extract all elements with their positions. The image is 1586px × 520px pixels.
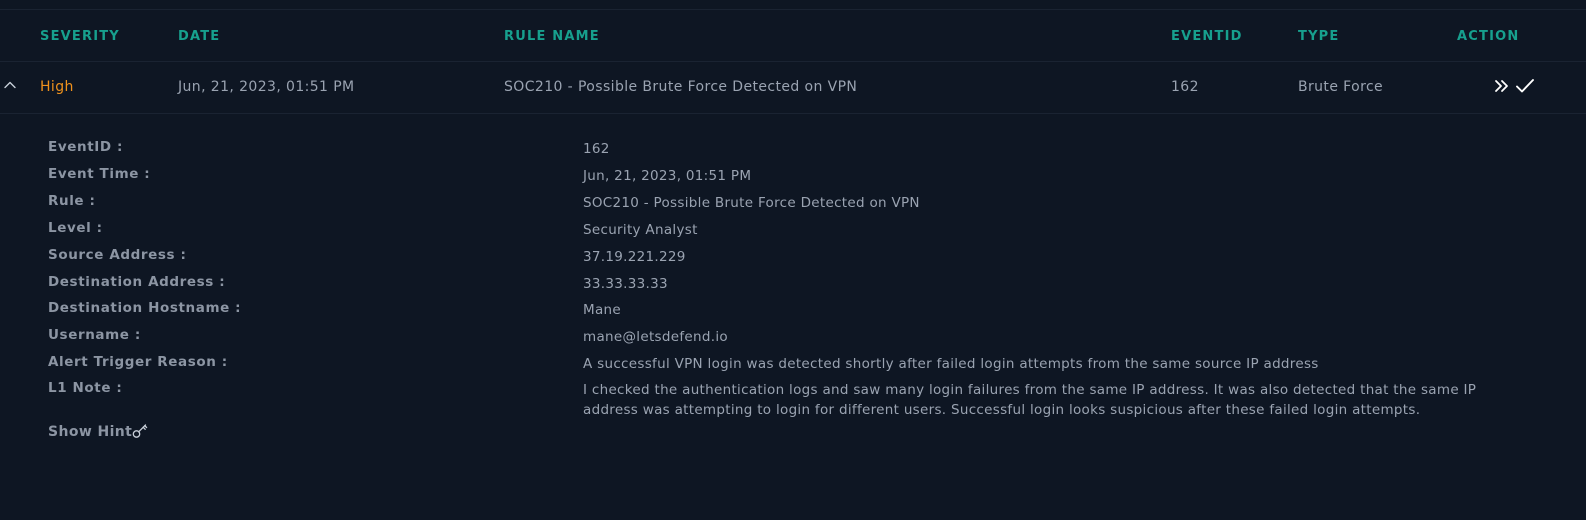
column-header-severity[interactable]: SEVERITY <box>40 29 120 44</box>
detail-value: Jun, 21, 2023, 01:51 PM <box>583 168 752 184</box>
key-icon <box>132 424 148 438</box>
column-header-type[interactable]: TYPE <box>1298 29 1340 44</box>
detail-value: 162 <box>583 141 610 157</box>
detail-label: L1 Note : <box>48 380 123 396</box>
detail-label: Alert Trigger Reason : <box>48 354 228 370</box>
alert-date: Jun, 21, 2023, 01:51 PM <box>178 79 355 95</box>
alert-rule-name: SOC210 - Possible Brute Force Detected o… <box>504 79 858 95</box>
checkmark-icon[interactable] <box>1514 75 1536 97</box>
table-header: SEVERITY DATE RULE NAME EVENTID TYPE ACT… <box>0 10 1586 62</box>
detail-label: Destination Address : <box>48 274 226 290</box>
detail-label: Rule : <box>48 193 96 209</box>
detail-label: Event Time : <box>48 166 151 182</box>
column-header-rule-name[interactable]: RULE NAME <box>504 29 600 44</box>
detail-value: Mane <box>583 302 621 318</box>
severity-badge: High <box>40 79 74 95</box>
detail-value: 33.33.33.33 <box>583 276 668 292</box>
detail-value: mane@letsdefend.io <box>583 329 728 345</box>
double-chevron-right-icon[interactable] <box>1492 75 1514 97</box>
column-header-eventid[interactable]: EVENTID <box>1171 29 1243 44</box>
show-hint-label: Show Hint <box>48 424 133 440</box>
alert-type: Brute Force <box>1298 79 1384 95</box>
detail-label: Source Address : <box>48 247 187 263</box>
detail-label: Username : <box>48 327 141 343</box>
detail-label: Destination Hostname : <box>48 300 242 316</box>
detail-label: EventID : <box>48 139 123 155</box>
chevron-up-icon[interactable] <box>3 78 17 92</box>
detail-value: SOC210 - Possible Brute Force Detected o… <box>583 195 920 211</box>
detail-value: A successful VPN login was detected shor… <box>583 356 1319 372</box>
detail-label: Level : <box>48 220 103 236</box>
alert-monitoring-page: SEVERITY DATE RULE NAME EVENTID TYPE ACT… <box>0 0 1586 520</box>
alert-eventid: 162 <box>1171 79 1199 95</box>
detail-value: I checked the authentication logs and sa… <box>583 382 1477 418</box>
detail-value: 37.19.221.229 <box>583 249 686 265</box>
detail-value: Security Analyst <box>583 222 698 238</box>
column-header-action: ACTION <box>1457 29 1520 44</box>
column-header-date[interactable]: DATE <box>178 29 220 44</box>
table-row[interactable]: High Jun, 21, 2023, 01:51 PM SOC210 - Po… <box>0 62 1586 114</box>
